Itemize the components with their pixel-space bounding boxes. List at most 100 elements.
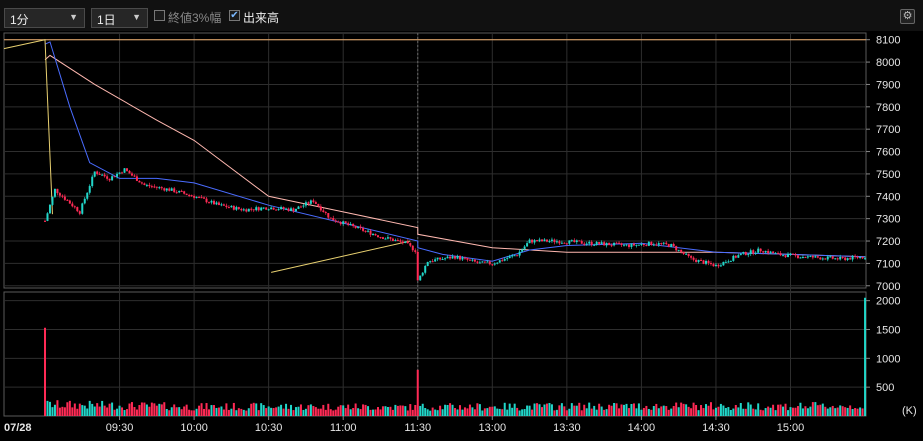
candle-body bbox=[734, 255, 737, 258]
volume-bar bbox=[317, 408, 320, 416]
candle-body bbox=[560, 242, 563, 244]
candle-body bbox=[585, 243, 588, 245]
candle-body bbox=[570, 240, 573, 242]
candle-body bbox=[578, 240, 581, 242]
volume-bar bbox=[590, 408, 593, 416]
volume-bar bbox=[113, 409, 116, 416]
volume-bar bbox=[53, 404, 56, 416]
volume-bar bbox=[364, 404, 367, 416]
candle-body bbox=[367, 230, 370, 232]
volume-bar bbox=[528, 405, 531, 416]
volume-bar bbox=[737, 407, 740, 416]
volume-bar bbox=[406, 410, 409, 416]
volume-bar bbox=[680, 402, 683, 416]
volume-bar bbox=[513, 403, 516, 416]
candle-body bbox=[513, 255, 516, 257]
candle-body bbox=[123, 168, 126, 173]
volume-bar bbox=[717, 406, 720, 416]
volume-bar bbox=[404, 406, 407, 416]
price-tick-label: 7400 bbox=[876, 191, 900, 203]
volume-bar bbox=[463, 407, 466, 416]
volume-bar bbox=[732, 408, 735, 416]
candle-body bbox=[767, 250, 770, 254]
candle-body bbox=[568, 240, 571, 244]
volume-bar bbox=[851, 409, 854, 416]
candle-body bbox=[297, 206, 300, 210]
time-tick-label: 11:00 bbox=[330, 422, 357, 434]
candle-body bbox=[851, 255, 854, 260]
candle-body bbox=[414, 250, 417, 252]
candle-body bbox=[78, 211, 81, 214]
candle-body bbox=[814, 256, 817, 258]
volume-bar bbox=[290, 404, 293, 416]
candle-body bbox=[809, 255, 812, 257]
candle-body bbox=[126, 168, 129, 171]
volume-bar bbox=[429, 410, 432, 416]
volume-bar bbox=[831, 405, 834, 416]
candle-body bbox=[73, 206, 76, 208]
candle-body bbox=[314, 202, 317, 204]
volume-bar bbox=[260, 403, 263, 416]
volume-bar bbox=[705, 404, 708, 416]
candle-body bbox=[744, 252, 747, 256]
candle-body bbox=[270, 207, 273, 210]
volume-bar bbox=[481, 410, 484, 416]
volume-bar bbox=[682, 403, 685, 416]
candle-body bbox=[563, 242, 566, 244]
candle-body bbox=[655, 244, 658, 246]
candle-body bbox=[811, 255, 814, 258]
candle-body bbox=[496, 262, 499, 264]
volume-bar bbox=[784, 403, 787, 416]
candle-body bbox=[406, 241, 409, 244]
candle-body bbox=[429, 261, 432, 263]
candle-body bbox=[282, 207, 285, 209]
candle-body bbox=[521, 249, 524, 252]
candle-body bbox=[396, 240, 399, 242]
candle-body bbox=[685, 253, 688, 255]
candle-body bbox=[319, 206, 322, 211]
candle-body bbox=[665, 242, 668, 245]
candle-body bbox=[404, 241, 407, 244]
volume-bar bbox=[742, 408, 745, 416]
volume-bar bbox=[337, 406, 340, 416]
volume-bar bbox=[841, 406, 844, 416]
candle-body bbox=[61, 195, 64, 197]
candle-body bbox=[608, 242, 611, 246]
candle-body bbox=[826, 256, 829, 260]
volume-bar bbox=[245, 410, 248, 416]
volume-bar bbox=[670, 408, 673, 416]
candle-body bbox=[662, 242, 665, 244]
volume-bar bbox=[854, 408, 857, 416]
candle-body bbox=[670, 243, 673, 247]
volume-bar bbox=[675, 402, 678, 416]
candle-body bbox=[724, 261, 727, 263]
volume-bar bbox=[809, 406, 812, 416]
candle-body bbox=[491, 264, 494, 266]
volume-bar bbox=[478, 404, 481, 416]
volume-bar bbox=[615, 403, 618, 416]
candle-body bbox=[101, 174, 104, 176]
volume-bar bbox=[618, 408, 621, 416]
volume-bar bbox=[267, 406, 270, 416]
candle-body bbox=[63, 196, 66, 200]
volume-bar bbox=[126, 409, 129, 416]
afternoon-drop-line bbox=[271, 240, 411, 273]
volume-bar bbox=[722, 405, 725, 416]
price-tick-label: 7500 bbox=[876, 169, 900, 181]
volume-bar bbox=[111, 402, 114, 416]
candle-body bbox=[667, 244, 670, 247]
volume-bar bbox=[613, 402, 616, 416]
volume-bar bbox=[329, 409, 332, 416]
candle-body bbox=[178, 190, 181, 193]
candle-body bbox=[672, 243, 675, 247]
volume-bar bbox=[68, 400, 71, 416]
volume-bar bbox=[83, 405, 86, 416]
volume-bar bbox=[560, 403, 563, 416]
candle-body bbox=[493, 263, 496, 265]
candle-body bbox=[188, 194, 191, 196]
volume-bar bbox=[501, 409, 504, 416]
candle-body bbox=[230, 205, 233, 208]
candle-body bbox=[719, 265, 722, 267]
volume-bar bbox=[230, 408, 233, 416]
volume-bar bbox=[118, 405, 121, 416]
